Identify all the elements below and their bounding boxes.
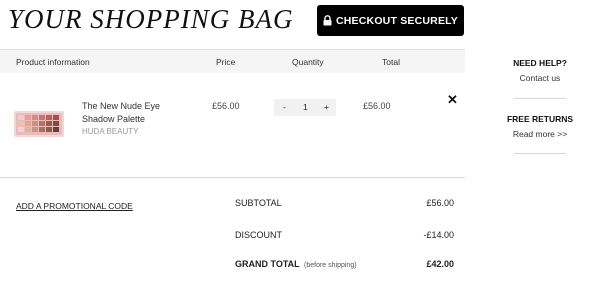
discount-label: DISCOUNT	[235, 230, 282, 240]
column-header-product: Product information	[16, 57, 90, 67]
sidebar-divider	[514, 153, 566, 154]
product-thumbnail[interactable]	[14, 109, 64, 139]
grand-total-value: £42.00	[426, 259, 454, 269]
column-header-price: Price	[216, 57, 236, 67]
product-name[interactable]: The New Nude Eye Shadow Palette	[82, 100, 182, 126]
subtotal-label: SUBTOTAL	[235, 198, 282, 208]
quantity-stepper[interactable]: - 1 +	[274, 99, 336, 116]
checkout-button[interactable]: CHECKOUT SECURELY	[317, 5, 464, 36]
column-header-total: Total	[382, 57, 400, 67]
sidebar-divider	[514, 98, 566, 99]
lock-icon	[323, 15, 332, 26]
read-more-link[interactable]: Read more >>	[484, 129, 596, 139]
item-total: £56.00	[363, 101, 391, 111]
grand-total-note: (before shipping)	[304, 262, 357, 269]
remove-item-button[interactable]: ✕	[447, 92, 458, 108]
contact-us-link[interactable]: Contact us	[484, 73, 596, 83]
table-header: Product information Price Quantity Total	[0, 49, 465, 73]
quantity-increase-button[interactable]: +	[324, 102, 329, 112]
quantity-decrease-button[interactable]: -	[283, 102, 286, 112]
column-header-quantity: Quantity	[292, 57, 324, 67]
subtotal-value: £56.00	[426, 198, 454, 208]
grand-total-label: GRAND TOTAL (before shipping)	[235, 259, 357, 269]
page-title: YOUR SHOPPING BAG	[8, 4, 294, 34]
grand-total-text: GRAND TOTAL	[235, 259, 300, 269]
checkout-label: CHECKOUT SECURELY	[335, 14, 459, 27]
item-price: £56.00	[212, 101, 240, 111]
divider	[0, 177, 465, 178]
need-help-title: NEED HELP?	[513, 58, 567, 68]
quantity-value: 1	[303, 102, 308, 112]
product-brand: HUDA BEAUTY	[82, 127, 139, 136]
free-returns-title: FREE RETURNS	[506, 114, 574, 124]
promo-code-link[interactable]: ADD A PROMOTIONAL CODE	[16, 201, 133, 211]
discount-value: -£14.00	[423, 230, 454, 240]
